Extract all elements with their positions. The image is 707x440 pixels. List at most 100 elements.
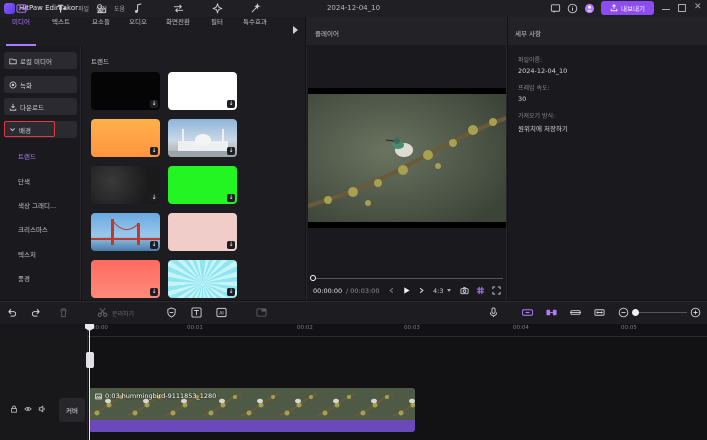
grid-icon[interactable] xyxy=(476,286,485,295)
subitem-landscape[interactable]: 풍경 xyxy=(18,273,30,283)
ai-icon[interactable]: AI xyxy=(216,307,227,318)
next-frame-icon[interactable] xyxy=(417,286,426,295)
zoom-slider-handle[interactable] xyxy=(632,309,639,316)
track-icon[interactable] xyxy=(570,307,581,318)
svg-text:AI: AI xyxy=(219,311,223,317)
background-thumb-pink[interactable]: ↓ xyxy=(168,213,237,251)
cover-button[interactable]: 커버 xyxy=(59,398,85,422)
undo-icon[interactable] xyxy=(6,307,17,318)
aspect-ratio-select[interactable]: 4:3 xyxy=(433,287,443,295)
subitem-texture[interactable]: 텍스처 xyxy=(18,249,36,259)
background-thumb-orange[interactable]: ↓ xyxy=(91,119,160,157)
redo-icon[interactable] xyxy=(31,307,42,318)
pip-icon[interactable] xyxy=(256,307,267,318)
split-label: 분리하기 xyxy=(112,311,135,318)
delete-icon[interactable] xyxy=(58,307,69,318)
download-icon[interactable]: ↓ xyxy=(227,241,235,249)
text-box-icon[interactable] xyxy=(191,307,202,318)
download-icon[interactable]: ↓ xyxy=(150,288,158,296)
tab-effects[interactable]: 특수효과 xyxy=(236,0,274,29)
link-icon[interactable] xyxy=(522,307,533,318)
microphone-icon[interactable] xyxy=(488,307,499,318)
volume-icon[interactable] xyxy=(38,405,46,413)
video-preview[interactable] xyxy=(308,88,506,228)
sidebar-item-label: 다운로드 xyxy=(20,103,44,112)
tab-filter-label: 필터 xyxy=(211,18,223,26)
download-icon[interactable]: ↓ xyxy=(227,194,235,202)
tab-elements[interactable]: 요소들 xyxy=(84,0,118,29)
clip-image-icon xyxy=(95,393,102,400)
prev-frame-icon[interactable] xyxy=(387,286,396,295)
account-icon[interactable] xyxy=(584,3,595,14)
background-thumb-sunburst[interactable]: ↓ xyxy=(168,260,237,298)
tab-text[interactable]: 텍스트 xyxy=(44,0,78,29)
background-thumb-coral[interactable]: ↓ xyxy=(91,260,160,298)
shield-icon[interactable] xyxy=(166,307,177,318)
scrub-handle[interactable] xyxy=(310,275,316,281)
visibility-icon[interactable] xyxy=(24,405,32,413)
playhead-line[interactable] xyxy=(89,324,90,440)
download-icon[interactable]: ↓ xyxy=(227,100,235,108)
text-icon xyxy=(57,4,66,13)
subitem-gradient[interactable]: 색상 그래디... xyxy=(18,200,56,210)
ratio-dropdown-icon[interactable] xyxy=(447,289,451,292)
tab-elements-label: 요소들 xyxy=(92,18,110,26)
close-icon[interactable]: ✕ xyxy=(694,2,702,12)
magnet-icon[interactable] xyxy=(546,307,557,318)
zoom-out-icon[interactable] xyxy=(618,307,629,318)
split-icon[interactable] xyxy=(97,307,108,318)
feedback-icon[interactable] xyxy=(550,3,561,14)
subitem-trend[interactable]: 트렌드 xyxy=(18,151,36,161)
highlight-box xyxy=(4,121,55,137)
subitem-christmas[interactable]: 크리스마스 xyxy=(18,224,48,234)
lock-icon[interactable] xyxy=(10,405,18,413)
subitem-solid[interactable]: 단색 xyxy=(18,176,30,186)
time-current: 00:00:00 xyxy=(313,287,343,295)
toolbar-next-arrow-icon[interactable] xyxy=(293,26,298,34)
minimize-icon[interactable] xyxy=(662,9,670,10)
fit-timeline-icon[interactable] xyxy=(594,307,605,318)
background-thumb-green[interactable]: ↓ xyxy=(168,166,237,204)
zoom-slider-track[interactable] xyxy=(632,312,687,313)
scrub-track[interactable] xyxy=(312,278,503,279)
tab-audio-label: 오디오 xyxy=(129,18,147,26)
tab-media[interactable]: 미디어 xyxy=(4,0,38,29)
fullscreen-icon[interactable] xyxy=(492,286,501,295)
tab-effects-label: 특수효과 xyxy=(243,18,267,26)
download-icon[interactable]: ↓ xyxy=(150,147,158,155)
sidebar-item-label: 로컬 미디어 xyxy=(20,57,52,66)
background-thumb-black[interactable]: ↓ xyxy=(91,72,160,110)
download-icon[interactable]: ↓ xyxy=(150,194,158,202)
sidebar-item-label: 녹화 xyxy=(20,81,32,90)
download-icon[interactable]: ↓ xyxy=(227,288,235,296)
detail-value-framerate: 30 xyxy=(518,95,527,103)
tick-5: 00:05 xyxy=(621,325,637,331)
background-thumb-white[interactable]: ↓ xyxy=(168,72,237,110)
zoom-in-icon[interactable] xyxy=(690,307,701,318)
clip-label: 0:03 hummingbird-9111853_1280 xyxy=(105,392,217,400)
maximize-icon[interactable] xyxy=(678,4,686,12)
tick-1: 00:01 xyxy=(187,325,203,331)
download-icon[interactable]: ↓ xyxy=(227,147,235,155)
camera-icon[interactable] xyxy=(460,286,469,295)
background-thumb-bridge[interactable]: ↓ xyxy=(91,213,160,251)
detail-label-filename: 파일이름: xyxy=(518,57,543,64)
info-icon[interactable] xyxy=(567,3,578,14)
audio-marker[interactable] xyxy=(86,352,94,368)
tab-audio[interactable]: 오디오 xyxy=(121,0,155,29)
export-button[interactable]: 내보내기 xyxy=(601,1,654,15)
tab-filter[interactable]: 필터 xyxy=(200,0,234,29)
tick-3: 00:03 xyxy=(404,325,420,331)
sidebar-item-local-media[interactable]: 로컬 미디어 xyxy=(4,52,77,69)
ruler-divider xyxy=(88,336,707,337)
download-icon[interactable]: ↓ xyxy=(150,241,158,249)
background-thumb-dark-texture[interactable]: ↓ xyxy=(91,166,160,204)
play-icon[interactable] xyxy=(402,286,411,295)
sidebar-item-download[interactable]: 다운로드 xyxy=(4,98,77,115)
time-ruler[interactable] xyxy=(88,324,707,336)
background-thumb-mosque[interactable]: ↓ xyxy=(168,119,237,157)
media-icon xyxy=(15,4,27,13)
sidebar-item-record[interactable]: 녹화 xyxy=(4,76,77,93)
download-icon[interactable]: ↓ xyxy=(150,100,158,108)
tab-transition[interactable]: 화면전환 xyxy=(158,0,198,29)
